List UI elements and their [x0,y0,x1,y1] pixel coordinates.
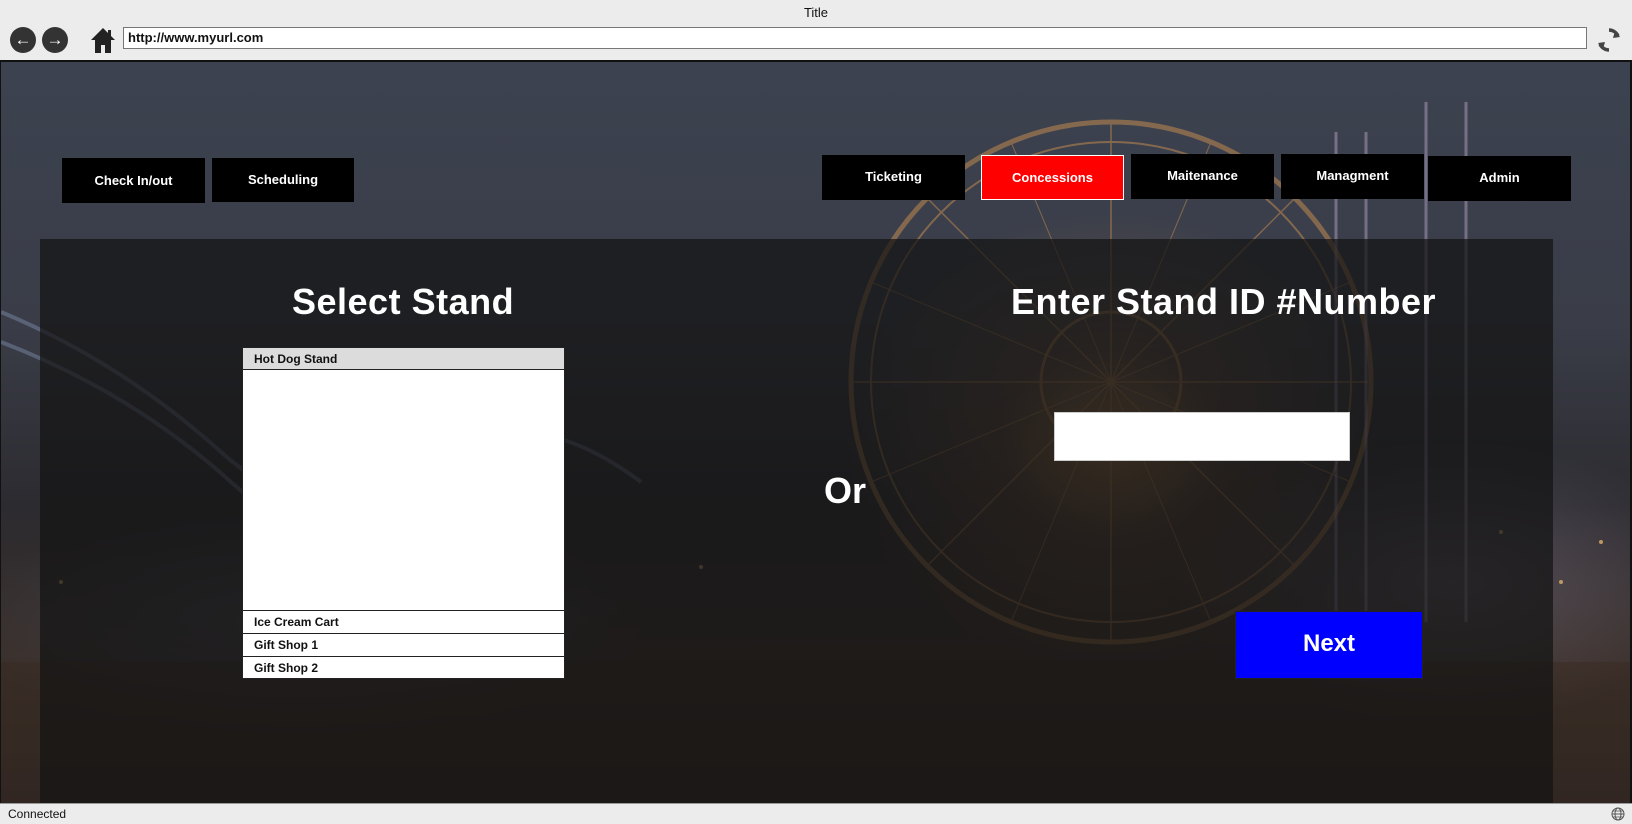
arrow-left-icon[interactable]: ← [10,27,36,53]
refresh-icon[interactable] [1596,27,1622,53]
arrow-right-icon[interactable]: → [42,27,68,53]
url-input[interactable] [123,27,1587,49]
list-item-gift-shop-2[interactable]: Gift Shop 2 [243,656,564,678]
globe-icon [1611,807,1625,821]
home-icon[interactable] [90,26,116,54]
stand-listbox[interactable]: Hot Dog Stand Ice Cream Cart Gift Shop 1… [242,347,565,679]
status-bar: Connected [0,803,1632,824]
tab-ticketing[interactable]: Ticketing [822,155,965,200]
select-stand-heading: Select Stand [292,281,515,322]
window-title: Title [0,0,1632,24]
status-text: Connected [8,807,67,821]
list-item-ice-cream-cart[interactable]: Ice Cream Cart [243,610,564,632]
list-item-gift-shop-1[interactable]: Gift Shop 1 [243,633,564,655]
stand-id-input[interactable] [1054,412,1350,461]
next-button[interactable]: Next [1235,611,1423,679]
tab-concessions[interactable]: Concessions [981,155,1124,200]
tab-maintenance[interactable]: Maitenance [1131,154,1274,199]
enter-stand-id-heading: Enter Stand ID #Number [1011,281,1437,322]
tab-admin[interactable]: Admin [1428,156,1571,201]
tab-management[interactable]: Managment [1281,154,1424,199]
or-label: Or [824,470,867,511]
list-item-hot-dog-stand[interactable]: Hot Dog Stand [243,348,564,370]
check-in-out-button[interactable]: Check In/out [62,158,205,203]
browser-toolbar: ← → [0,24,1632,60]
scheduling-button[interactable]: Scheduling [212,158,354,202]
